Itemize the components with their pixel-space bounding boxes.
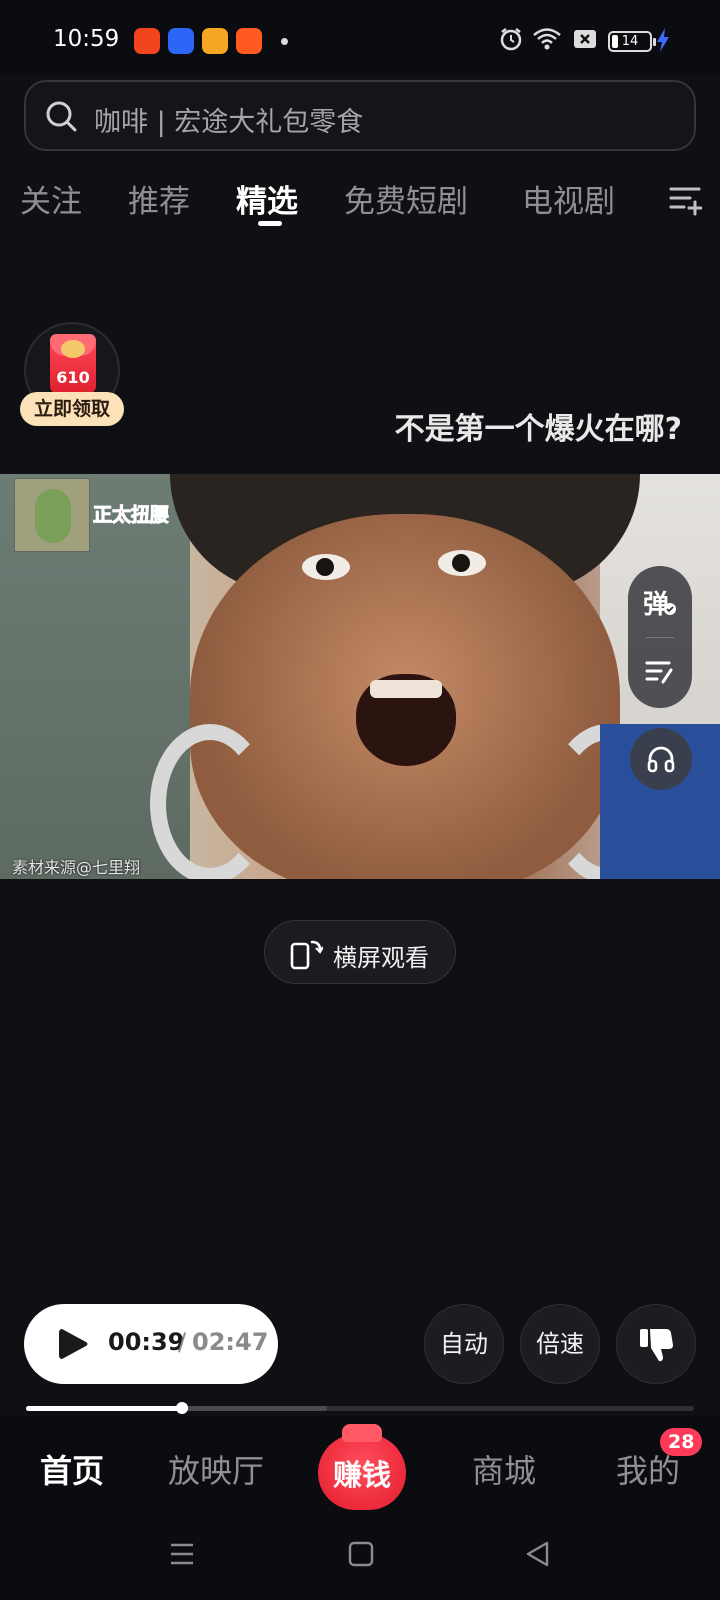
video-app-icon xyxy=(202,28,228,54)
baidu-app-icon xyxy=(168,28,194,54)
search-placeholder: 咖啡 | 宏途大礼包零食 xyxy=(94,107,364,138)
taobao-app-icon xyxy=(134,28,160,54)
side-control-pill: 弹 xyxy=(628,566,692,708)
progress-played xyxy=(26,1406,183,1411)
status-time: 10:59 xyxy=(53,26,120,52)
red-envelope-icon: 610 xyxy=(50,334,96,394)
side-divider xyxy=(646,637,674,638)
tab-free-short-drama[interactable]: 免费短剧 xyxy=(344,176,468,221)
progress-thumb[interactable] xyxy=(176,1402,189,1414)
battery-indicator: 14 xyxy=(608,31,656,52)
alarm-icon xyxy=(500,28,522,51)
play-icon xyxy=(59,1329,88,1359)
nav-home[interactable]: 首页 xyxy=(40,1446,104,1492)
danmaku-toggle-button[interactable]: 弹 xyxy=(628,570,692,634)
headphone-left-shape xyxy=(150,724,270,879)
video-source-credit: 素材来源@七里翔 xyxy=(12,858,141,877)
landscape-view-button[interactable]: 横屏观看 xyxy=(264,920,456,984)
recent-apps-icon[interactable] xyxy=(168,1540,196,1568)
auto-quality-button[interactable]: 自动 xyxy=(424,1304,504,1384)
money-bag-knot xyxy=(342,1424,382,1442)
landscape-view-label: 横屏观看 xyxy=(333,944,429,972)
headphones-icon xyxy=(647,746,675,773)
audio-mode-button[interactable] xyxy=(630,728,692,790)
overlay-caption: 正太扭腰 xyxy=(92,504,170,527)
tab-recommended[interactable]: 推荐 xyxy=(128,176,190,221)
danmaku-settings-button[interactable] xyxy=(628,640,692,704)
nav-cinema[interactable]: 放映厅 xyxy=(168,1446,264,1492)
nav-earn-money[interactable]: 赚钱 xyxy=(318,1424,406,1510)
red-packet-amount: 610 xyxy=(56,368,90,387)
dislike-button[interactable] xyxy=(616,1304,696,1384)
kuaishou-app-icon xyxy=(236,28,262,54)
battery-level: 14 xyxy=(621,34,639,49)
video-title: 不是第一个爆火在哪? xyxy=(394,412,682,447)
danmaku-settings-icon xyxy=(645,661,673,684)
right-pupil-shape xyxy=(452,554,470,572)
category-tabs: 关注 推荐 精选 免费短剧 电视剧 xyxy=(0,170,720,230)
progress-bar[interactable] xyxy=(26,1402,694,1414)
profile-notification-badge: 28 xyxy=(660,1428,703,1456)
system-navigation-bar xyxy=(0,1514,720,1600)
thumbs-down-icon xyxy=(640,1329,673,1362)
search-bar[interactable]: 咖啡 | 宏途大礼包零食 xyxy=(24,80,696,151)
nav-earn-label: 赚钱 xyxy=(332,1458,391,1492)
claim-now-button[interactable]: 立即领取 xyxy=(20,392,124,426)
tab-following[interactable]: 关注 xyxy=(20,176,82,221)
tab-tv-series[interactable]: 电视剧 xyxy=(522,176,615,221)
video-player[interactable]: 正太扭腰 素材来源@七里翔 xyxy=(0,474,720,879)
charging-bolt-icon xyxy=(657,28,669,52)
nav-mall[interactable]: 商城 xyxy=(472,1446,536,1492)
left-pupil-shape xyxy=(316,558,334,576)
back-icon[interactable] xyxy=(524,1540,552,1568)
no-sim-icon xyxy=(574,30,596,48)
tab-featured[interactable]: 精选 xyxy=(236,176,298,221)
teeth-shape xyxy=(370,680,442,698)
status-bar: 10:59 14 xyxy=(0,0,720,74)
play-pause-control[interactable]: 00:39 / 02:47 xyxy=(24,1304,278,1384)
battery-fill xyxy=(612,35,618,48)
playback-speed-button[interactable]: 倍速 xyxy=(520,1304,600,1384)
time-separator: / xyxy=(178,1328,187,1356)
total-time: 02:47 xyxy=(192,1328,269,1356)
current-time: 00:39 xyxy=(108,1328,185,1356)
search-icon xyxy=(46,101,77,132)
notification-dot-icon xyxy=(281,38,288,45)
bottom-navigation: 首页 放映厅 赚钱 商城 我的 28 xyxy=(0,1416,720,1514)
home-icon[interactable] xyxy=(347,1540,375,1568)
wifi-icon xyxy=(533,28,561,50)
rotate-screen-icon xyxy=(290,940,323,970)
tab-active-indicator xyxy=(258,221,282,226)
tab-menu-icon[interactable] xyxy=(668,182,702,216)
check-badge-icon xyxy=(664,603,676,615)
overlay-thumbnail xyxy=(14,478,90,552)
